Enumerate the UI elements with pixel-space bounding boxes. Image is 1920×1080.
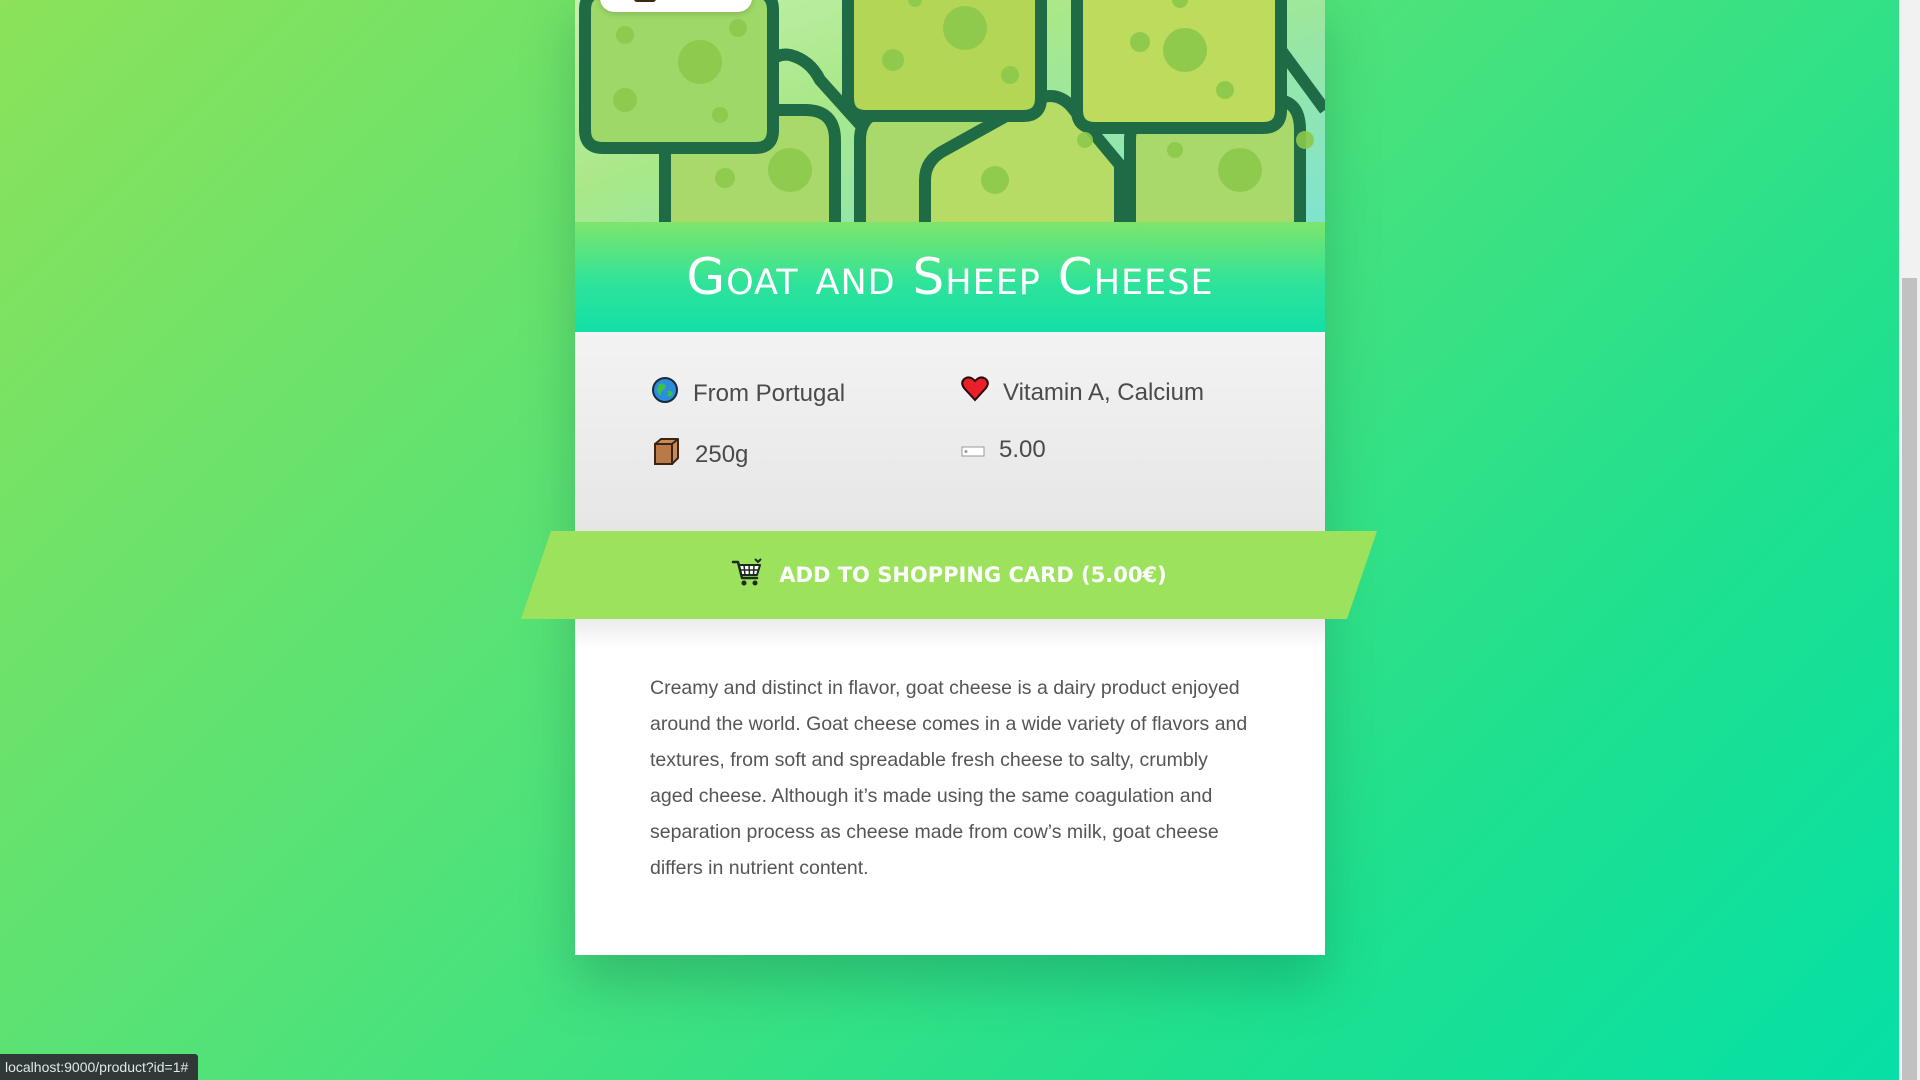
cart-button-shadow [575, 619, 1325, 649]
browser-status-bar: localhost:9000/product?id=1# [0, 1054, 199, 1080]
shopping-cart-icon [731, 557, 763, 594]
cheese-icon [634, 0, 656, 2]
title-band: Goat and Sheep Cheese [575, 222, 1325, 332]
globe-icon [651, 376, 679, 411]
fact-price: 5.00 [961, 436, 1046, 464]
fact-price-label: 5.00 [999, 436, 1046, 463]
fact-origin-label: From Portugal [693, 379, 846, 407]
product-title: Goat and Sheep Cheese [686, 248, 1214, 306]
cheese-illustration [579, 0, 1325, 222]
add-to-cart-label: ADD TO SHOPPING CARD (5.00€) [779, 563, 1167, 587]
add-to-cart-button[interactable]: ADD TO SHOPPING CARD (5.00€) [521, 531, 1377, 619]
product-card: Goat and Sheep Cheese From Portugal Vita… [575, 0, 1325, 955]
page-scrollbar[interactable] [1899, 0, 1920, 1080]
product-description: Creamy and distinct in flavor, goat chee… [650, 677, 1248, 879]
fact-weight-label: 250g [695, 440, 749, 468]
fact-nutrients: Vitamin A, Calcium [961, 376, 1204, 409]
scrollbar-thumb[interactable] [1902, 278, 1917, 1080]
package-icon [651, 436, 681, 473]
fact-origin: From Portugal [651, 376, 845, 411]
category-badge[interactable] [600, 0, 752, 12]
fact-weight: 250g [651, 436, 748, 473]
heart-icon [961, 376, 989, 409]
price-tag-icon [961, 436, 985, 464]
fact-nutrients-label: Vitamin A, Calcium [1003, 378, 1204, 406]
product-facts: From Portugal Vitamin A, Calcium 250g 5.… [575, 332, 1325, 531]
page-viewport: Goat and Sheep Cheese From Portugal Vita… [0, 0, 1899, 1080]
product-hero-image [575, 0, 1325, 222]
